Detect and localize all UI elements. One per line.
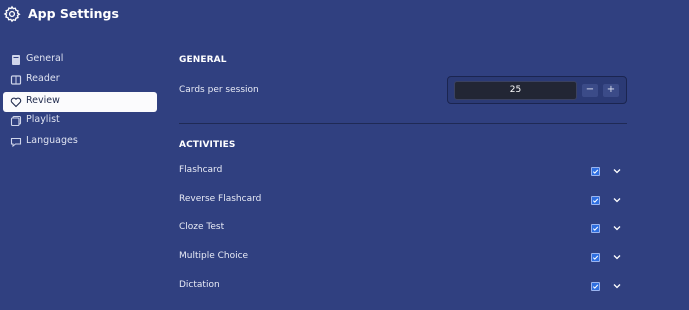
checkmark-icon [592,198,599,203]
activity-label-reverse-flashcard: Reverse Flashcard [179,194,262,204]
checkmark-icon [592,226,599,231]
activity-checkbox-flashcard[interactable] [591,167,600,176]
book-icon [12,55,20,65]
chevron-down-icon[interactable] [612,252,622,262]
activity-label-multiple-choice: Multiple Choice [179,251,249,261]
checkmark-icon [592,255,599,260]
sidebar-item-label: Playlist [26,114,60,125]
chevron-down-icon[interactable] [612,281,622,291]
sidebar-item-label: General [26,53,64,64]
gear-icon [3,5,21,23]
settings-panel: GENERAL Cards per session 25 − + ACTIVIT… [179,0,629,310]
activity-label-dictation: Dictation [179,280,220,290]
reader-icon [10,75,22,85]
sidebar-item-reader[interactable]: Reader [3,70,157,90]
section-divider [179,123,627,124]
sidebar-item-playlist[interactable]: Playlist [3,111,157,131]
cards-per-session-label: Cards per session [179,85,259,95]
section-title-general: GENERAL [179,55,227,65]
playlist-icon [10,115,22,127]
sidebar-item-languages[interactable]: Languages [3,132,157,152]
chevron-down-icon[interactable] [612,166,622,176]
chat-icon [10,137,22,148]
activity-label-cloze-test: Cloze Test [179,222,225,232]
chevron-down-icon[interactable] [612,223,622,233]
sidebar-item-general[interactable]: General [3,50,157,70]
app-title: App Settings [28,6,119,21]
section-title-activities: ACTIVITIES [179,140,236,150]
sidebar-item-review[interactable]: Review [3,92,157,112]
sidebar-item-label: Reader [26,73,60,84]
sidebar-item-label: Review [26,95,60,106]
cards-per-session-stepper: 25 − + [447,76,627,104]
activity-checkbox-dictation[interactable] [591,282,600,291]
heart-icon [10,97,22,108]
activity-label-flashcard: Flashcard [179,165,223,175]
cards-per-session-input[interactable]: 25 [454,81,577,100]
activity-checkbox-reverse-flashcard[interactable] [591,196,600,205]
activity-checkbox-cloze-test[interactable] [591,224,600,233]
increment-button[interactable]: + [603,84,619,97]
chevron-down-icon[interactable] [612,195,622,205]
decrement-button[interactable]: − [582,84,598,97]
activity-checkbox-multiple-choice[interactable] [591,253,600,262]
checkmark-icon [592,284,599,289]
sidebar-item-label: Languages [26,135,78,146]
checkmark-icon [592,169,599,174]
